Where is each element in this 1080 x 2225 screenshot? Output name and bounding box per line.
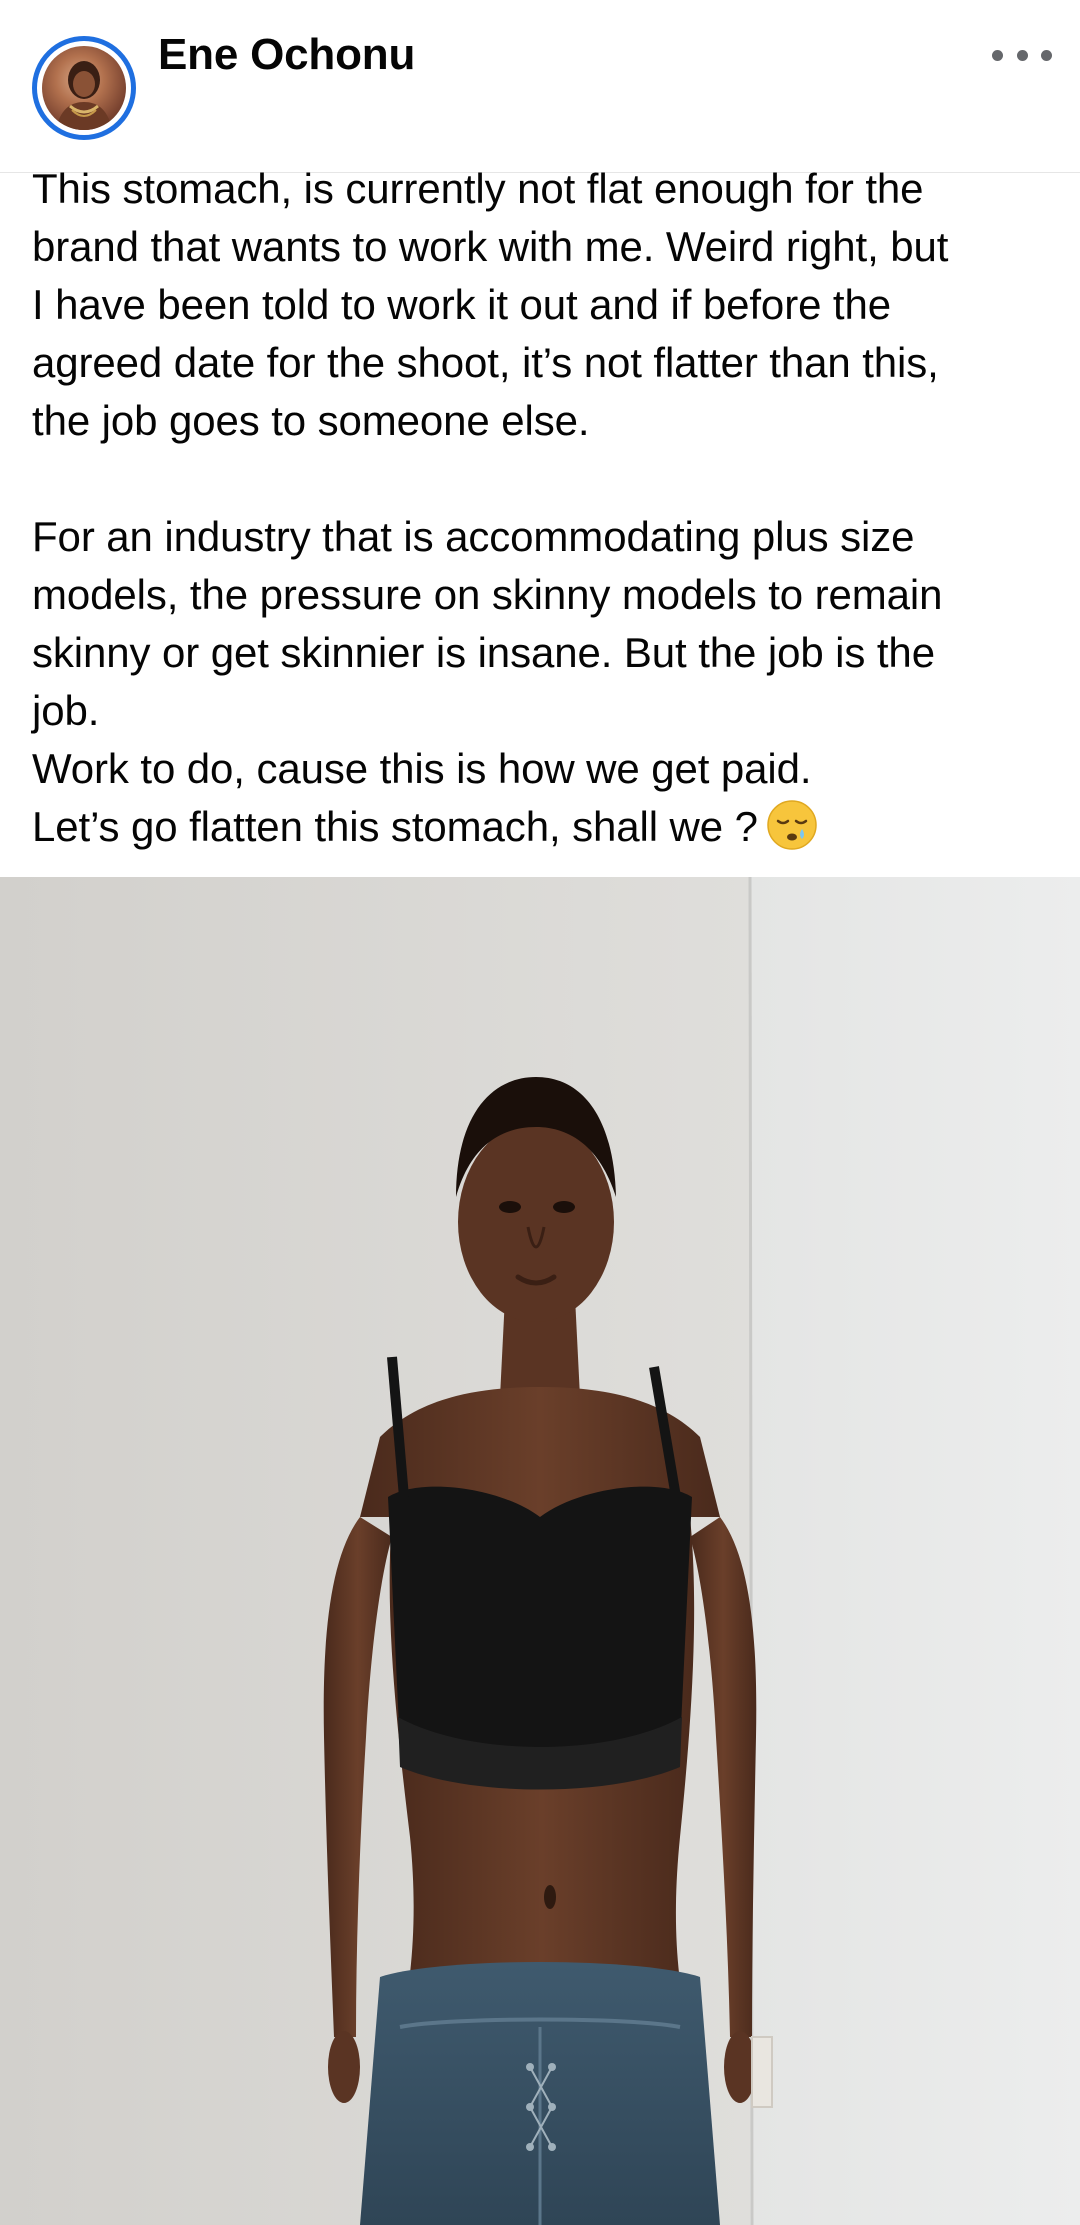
- post-photo[interactable]: [0, 877, 1080, 2225]
- more-options-button[interactable]: [992, 40, 1052, 70]
- text-line: models, the pressure on skinny models to…: [32, 571, 943, 618]
- text-line: job.: [32, 687, 100, 734]
- text-line: I have been told to work it out and if b…: [32, 281, 891, 328]
- last-line-text: Let’s go flatten this stomach, shall we …: [32, 803, 758, 850]
- post-header: Ene Ochonu: [0, 0, 1080, 173]
- text-line: Work to do, cause this is how we get pai…: [32, 745, 812, 792]
- more-horizontal-icon: [992, 49, 1003, 61]
- avatar-portrait-icon: [56, 61, 112, 130]
- author-avatar[interactable]: [32, 36, 136, 140]
- sleepy-face-emoji: [766, 799, 818, 866]
- text-line-last: Let’s go flatten this stomach, shall we …: [32, 798, 1052, 866]
- more-dot: [1041, 49, 1052, 61]
- text-line: For an industry that is accommodating pl…: [32, 513, 915, 560]
- text-line: agreed date for the shoot, it’s not flat…: [32, 339, 939, 386]
- text-line: brand that wants to work with me. Weird …: [32, 223, 949, 270]
- avatar-photo: [42, 46, 126, 130]
- author-name[interactable]: Ene Ochonu: [158, 30, 415, 80]
- post-body-text: This stomach, is currently not flat enou…: [32, 160, 1052, 866]
- text-line: This stomach, is currently not flat enou…: [32, 165, 924, 212]
- text-line: skinny or get skinnier is insane. But th…: [32, 629, 935, 676]
- photo-scene: [0, 877, 1080, 2225]
- text-line: the job goes to someone else.: [32, 397, 590, 444]
- more-dot: [1016, 49, 1028, 61]
